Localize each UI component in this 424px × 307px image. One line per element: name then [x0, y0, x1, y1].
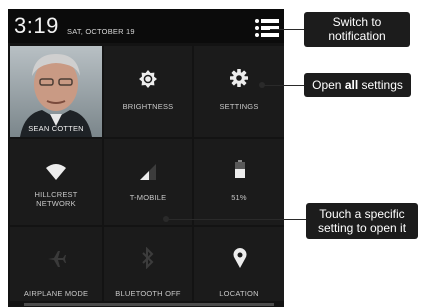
location-pin-icon [233, 248, 247, 268]
wifi-label-line1: HILLCREST [34, 190, 78, 199]
tile-battery[interactable]: 51% [194, 139, 284, 225]
clock-time: 3:19 [14, 13, 59, 38]
tile-mobile-network[interactable]: T-MOBILE [104, 139, 192, 225]
callout-open-pre: Open [312, 78, 345, 92]
bluetooth-icon [142, 247, 154, 269]
tile-brightness[interactable]: BRIGHTNESS [104, 46, 192, 137]
callout-open-bold: all [344, 78, 359, 92]
notification-list-icon[interactable] [255, 19, 279, 37]
tile-settings[interactable]: SETTINGS [194, 46, 284, 137]
tile-wifi[interactable]: HILLCREST NETWORK [10, 139, 102, 225]
battery-icon [235, 160, 245, 178]
tile-user-profile[interactable]: SEAN COTTEN [10, 46, 102, 137]
tile-bluetooth[interactable]: BLUETOOTH OFF [104, 227, 192, 301]
callout-touch-line1: Touch a specific [319, 207, 405, 221]
callout-touch-specific-setting: Touch a specific setting to open it [306, 203, 418, 239]
signal-icon [140, 164, 156, 180]
callout-switch-to-notification: Switch to notification [304, 12, 410, 47]
wifi-icon [46, 164, 66, 180]
settings-label: SETTINGS [219, 102, 259, 111]
callout-touch-line2: setting to open it [317, 221, 407, 235]
settings-gear-icon [230, 69, 248, 87]
scroll-indicator [24, 303, 274, 306]
airplane-icon [48, 251, 66, 267]
location-label: LOCATION [219, 289, 259, 298]
airplane-mode-label: AIRPLANE MODE [23, 289, 89, 298]
status-bar: 3:19 SAT, OCTOBER 19 [8, 9, 284, 43]
leader-line-tiles [166, 219, 306, 220]
date-label: SAT, OCTOBER 19 [67, 27, 135, 36]
leader-line-switch [270, 29, 304, 30]
brightness-label: BRIGHTNESS [122, 102, 174, 111]
callout-open-post: settings [358, 78, 403, 92]
bluetooth-label: BLUETOOTH OFF [115, 289, 181, 298]
callout-switch-line2: notification [328, 29, 386, 43]
tile-location[interactable]: LOCATION [194, 227, 284, 301]
mobile-network-label: T-MOBILE [129, 193, 167, 202]
tile-airplane-mode[interactable]: AIRPLANE MODE [10, 227, 102, 301]
callout-switch-line1: Switch to [332, 15, 382, 29]
wifi-label-line2: NETWORK [36, 199, 76, 208]
brightness-icon [139, 70, 157, 88]
callout-open-all-settings: Open all settings [304, 73, 411, 97]
user-name: SEAN COTTEN [28, 124, 84, 133]
battery-label: 51% [231, 193, 247, 202]
quick-settings-panel: 3:19 SAT, OCTOBER 19 SEAN COTTEN BRIGHTN… [8, 9, 284, 307]
leader-line-settings [262, 85, 304, 86]
